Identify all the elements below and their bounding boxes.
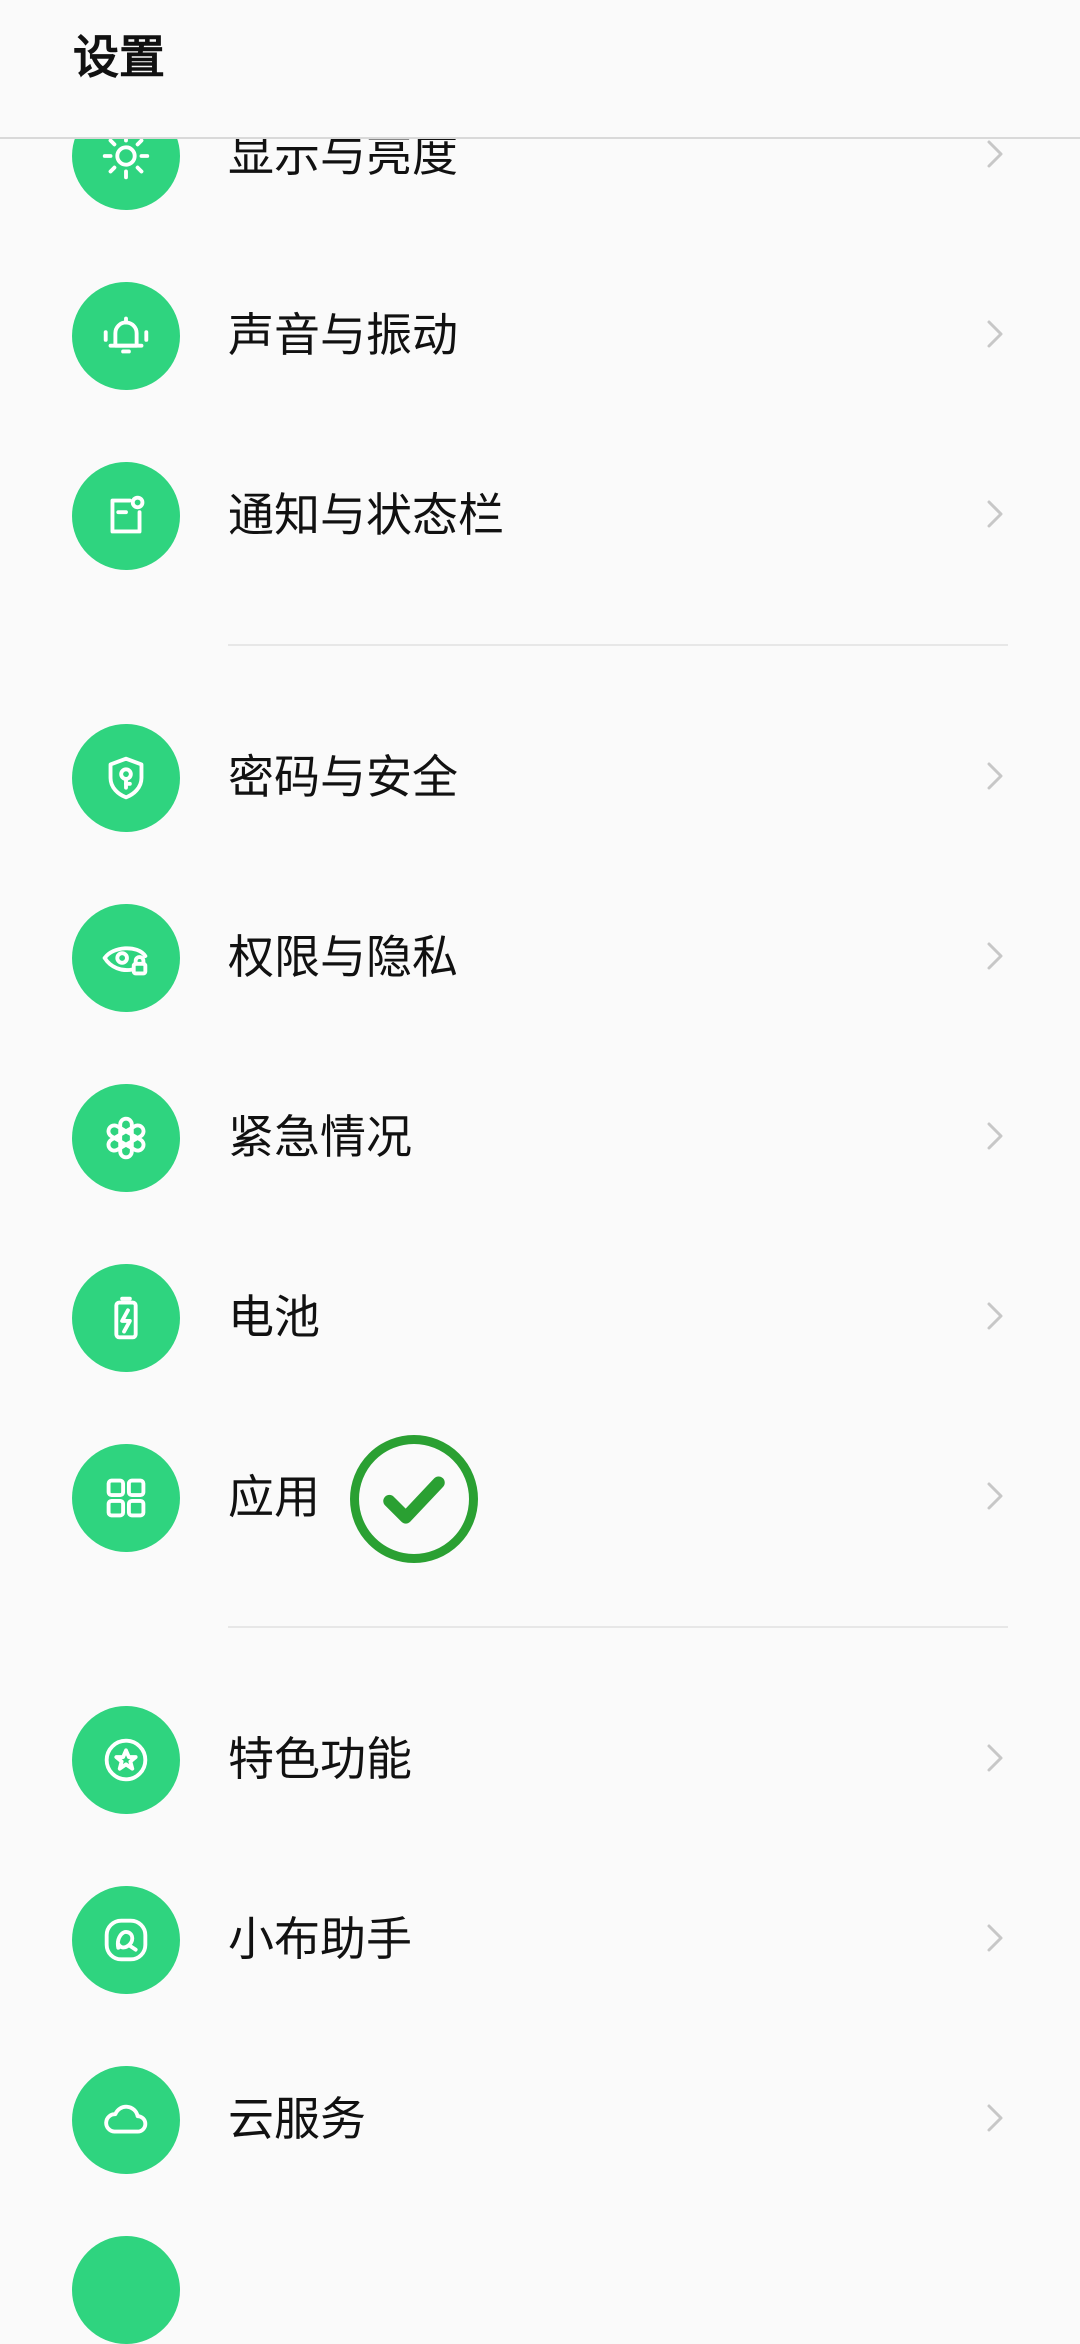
top-app-bar: 设置 bbox=[0, 0, 1080, 139]
cloud-icon bbox=[72, 2066, 180, 2174]
chevron-right-icon bbox=[987, 762, 1003, 790]
eye-lock-icon bbox=[72, 904, 180, 1012]
settings-list: 显示与亮度 声音与振动 通知与状态栏 密码与安全 权限与隐私 紧急情况 电池 应… bbox=[0, 0, 1080, 2344]
divider bbox=[228, 644, 1008, 646]
notification-icon bbox=[72, 462, 180, 570]
assistant-icon bbox=[72, 1886, 180, 1994]
settings-item-apps[interactable]: 应用 bbox=[0, 1408, 1080, 1588]
chevron-right-icon bbox=[987, 2104, 1003, 2132]
settings-item-label: 小布助手 bbox=[228, 1912, 412, 1966]
chevron-right-icon bbox=[987, 140, 1003, 168]
settings-item-label: 特色功能 bbox=[228, 1732, 412, 1786]
settings-item-privacy[interactable]: 权限与隐私 bbox=[0, 868, 1080, 1048]
settings-item-label: 通知与状态栏 bbox=[228, 488, 504, 542]
grid-icon bbox=[72, 1444, 180, 1552]
settings-item-label: 云服务 bbox=[228, 2092, 366, 2146]
chevron-right-icon bbox=[987, 1482, 1003, 1510]
settings-item-label: 密码与安全 bbox=[228, 750, 458, 804]
settings-item-label: 权限与隐私 bbox=[228, 930, 458, 984]
settings-item-assistant[interactable]: 小布助手 bbox=[0, 1850, 1080, 2030]
chevron-right-icon bbox=[987, 1924, 1003, 1952]
bell-icon bbox=[72, 282, 180, 390]
settings-item-cloud[interactable]: 云服务 bbox=[0, 2030, 1080, 2210]
settings-icon-partial bbox=[72, 2236, 180, 2344]
shield-key-icon bbox=[72, 724, 180, 832]
divider bbox=[228, 1626, 1008, 1628]
settings-item-label: 紧急情况 bbox=[228, 1110, 412, 1164]
settings-item-label: 应用 bbox=[228, 1470, 320, 1524]
chevron-right-icon bbox=[987, 1744, 1003, 1772]
page-title: 设置 bbox=[73, 30, 165, 84]
chevron-right-icon bbox=[987, 1122, 1003, 1150]
settings-item-features[interactable]: 特色功能 bbox=[0, 1670, 1080, 1850]
battery-icon bbox=[72, 1264, 180, 1372]
settings-item-label: 电池 bbox=[228, 1290, 320, 1344]
checkmark-circle-icon bbox=[350, 1435, 478, 1563]
settings-item-password[interactable]: 密码与安全 bbox=[0, 688, 1080, 868]
chevron-right-icon bbox=[987, 942, 1003, 970]
settings-item-notifications[interactable]: 通知与状态栏 bbox=[0, 426, 1080, 606]
asterisk-icon bbox=[72, 1084, 180, 1192]
chevron-right-icon bbox=[987, 1302, 1003, 1330]
settings-item-sound[interactable]: 声音与振动 bbox=[0, 246, 1080, 426]
chevron-right-icon bbox=[987, 500, 1003, 528]
settings-item-emergency[interactable]: 紧急情况 bbox=[0, 1048, 1080, 1228]
chevron-right-icon bbox=[987, 320, 1003, 348]
star-circle-icon bbox=[72, 1706, 180, 1814]
settings-item-battery[interactable]: 电池 bbox=[0, 1228, 1080, 1408]
settings-item-label: 声音与振动 bbox=[228, 308, 458, 362]
